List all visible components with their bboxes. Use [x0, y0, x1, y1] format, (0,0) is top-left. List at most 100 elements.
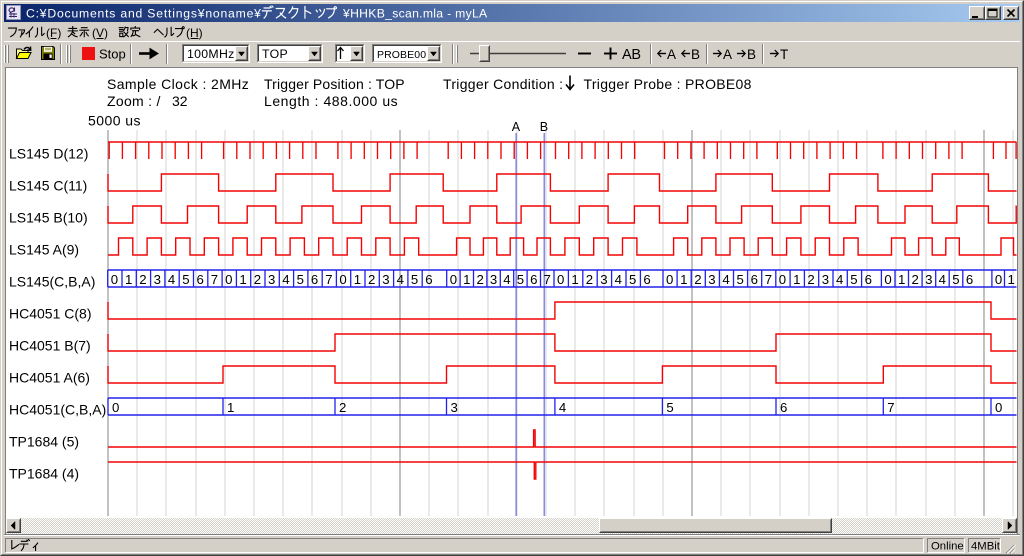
svg-text:5: 5: [952, 272, 959, 287]
svg-text:7: 7: [211, 272, 218, 287]
svg-text:1: 1: [680, 272, 687, 287]
svg-text:HC4051(C,B,A): HC4051(C,B,A): [9, 402, 106, 418]
svg-text:HC4051 A(6): HC4051 A(6): [9, 370, 90, 386]
svg-text:3: 3: [382, 272, 389, 287]
svg-text:T: T: [780, 47, 788, 62]
svg-text:(V): (V): [92, 26, 108, 40]
svg-text:3: 3: [154, 272, 161, 287]
svg-text:4: 4: [836, 272, 843, 287]
svg-text:LS145(C,B,A): LS145(C,B,A): [9, 274, 95, 290]
svg-text:3: 3: [925, 272, 932, 287]
svg-text:5: 5: [850, 272, 857, 287]
svg-text:2: 2: [368, 272, 375, 287]
svg-text:0: 0: [884, 272, 891, 287]
svg-text:2: 2: [807, 272, 814, 287]
svg-text:TP1684 (5): TP1684 (5): [9, 434, 79, 450]
svg-text:0: 0: [225, 272, 232, 287]
svg-text:LS145 D(12): LS145 D(12): [9, 146, 88, 162]
svg-text:4MBit: 4MBit: [971, 541, 1001, 553]
svg-text:C:¥Documents and Settings¥nona: C:¥Documents and Settings¥noname¥: [26, 7, 262, 21]
svg-text:Sample Clock : 2MHz: Sample Clock : 2MHz: [107, 76, 249, 92]
svg-text:3: 3: [708, 272, 715, 287]
svg-text:0: 0: [779, 272, 786, 287]
svg-text:Stop: Stop: [99, 47, 126, 62]
svg-text:6: 6: [751, 272, 758, 287]
svg-text:3: 3: [600, 272, 607, 287]
svg-text:4: 4: [939, 272, 946, 287]
svg-text:Online: Online: [931, 541, 964, 553]
svg-text:0: 0: [339, 272, 346, 287]
svg-text:4: 4: [397, 272, 404, 287]
svg-text:A: A: [512, 120, 521, 134]
svg-text:LS145 A(9): LS145 A(9): [9, 242, 79, 258]
svg-text:0: 0: [450, 272, 457, 287]
svg-text:7: 7: [544, 272, 551, 287]
svg-text:5: 5: [517, 272, 524, 287]
svg-text:2: 2: [254, 272, 261, 287]
svg-text:Trigger Position : TOP: Trigger Position : TOP: [264, 76, 405, 92]
svg-text:6: 6: [425, 272, 432, 287]
svg-text:2: 2: [586, 272, 593, 287]
svg-text:0: 0: [666, 272, 673, 287]
svg-text:6: 6: [643, 272, 650, 287]
svg-text:Length : 488.000 us: Length : 488.000 us: [264, 93, 398, 109]
svg-text:A: A: [667, 47, 676, 62]
svg-text:5: 5: [297, 272, 304, 287]
svg-text:0: 0: [557, 272, 564, 287]
svg-text:0: 0: [995, 272, 1002, 287]
svg-text:1: 1: [239, 272, 246, 287]
svg-text:4: 4: [615, 272, 622, 287]
svg-text:5: 5: [629, 272, 636, 287]
svg-text:4: 4: [282, 272, 289, 287]
svg-text:5: 5: [737, 272, 744, 287]
svg-text:PROBE00: PROBE00: [377, 49, 426, 61]
svg-text:0: 0: [995, 400, 1002, 415]
svg-text:7: 7: [325, 272, 332, 287]
svg-text:(H): (H): [186, 26, 203, 40]
svg-text:4: 4: [168, 272, 175, 287]
svg-text:2: 2: [339, 400, 346, 415]
svg-text:TOP: TOP: [262, 47, 288, 61]
svg-text:7: 7: [887, 400, 894, 415]
svg-text:2: 2: [912, 272, 919, 287]
svg-text:B: B: [691, 47, 700, 62]
svg-text:LS145 C(11): LS145 C(11): [9, 178, 87, 194]
svg-text:5: 5: [666, 400, 673, 415]
svg-text:3: 3: [451, 400, 458, 415]
svg-text:5000 us: 5000 us: [88, 113, 141, 129]
svg-text:4: 4: [559, 400, 566, 415]
svg-text:3: 3: [268, 272, 275, 287]
svg-text:6: 6: [530, 272, 537, 287]
svg-text:1: 1: [898, 272, 905, 287]
svg-text:Zoom : /: Zoom : /: [107, 93, 161, 109]
svg-text:32: 32: [172, 93, 188, 109]
svg-text:LS145 B(10): LS145 B(10): [9, 210, 88, 226]
svg-text:4: 4: [503, 272, 510, 287]
svg-text:6: 6: [865, 272, 872, 287]
svg-text:6: 6: [780, 400, 787, 415]
svg-text:4: 4: [722, 272, 729, 287]
svg-text:3: 3: [490, 272, 497, 287]
svg-text:B: B: [540, 120, 548, 134]
svg-text:6: 6: [197, 272, 204, 287]
svg-text:5: 5: [411, 272, 418, 287]
svg-text:1: 1: [571, 272, 578, 287]
svg-text:2: 2: [139, 272, 146, 287]
svg-text:HC4051 B(7): HC4051 B(7): [9, 338, 91, 354]
svg-text:1: 1: [463, 272, 470, 287]
svg-text:TP1684 (4): TP1684 (4): [9, 466, 79, 482]
svg-text:3: 3: [822, 272, 829, 287]
svg-text:¥HHKB_scan.mla - myLA: ¥HHKB_scan.mla - myLA: [342, 7, 488, 21]
svg-text:1: 1: [354, 272, 361, 287]
svg-text:5: 5: [182, 272, 189, 287]
svg-text:A: A: [723, 47, 732, 62]
svg-text:6: 6: [966, 272, 973, 287]
svg-text:7: 7: [765, 272, 772, 287]
svg-text:1: 1: [793, 272, 800, 287]
svg-text:Trigger Condition :: Trigger Condition :: [443, 76, 563, 92]
svg-text:2: 2: [477, 272, 484, 287]
svg-text:6: 6: [311, 272, 318, 287]
svg-text:100MHz: 100MHz: [187, 47, 235, 61]
svg-text:1: 1: [1008, 272, 1015, 287]
svg-text:0: 0: [112, 400, 119, 415]
